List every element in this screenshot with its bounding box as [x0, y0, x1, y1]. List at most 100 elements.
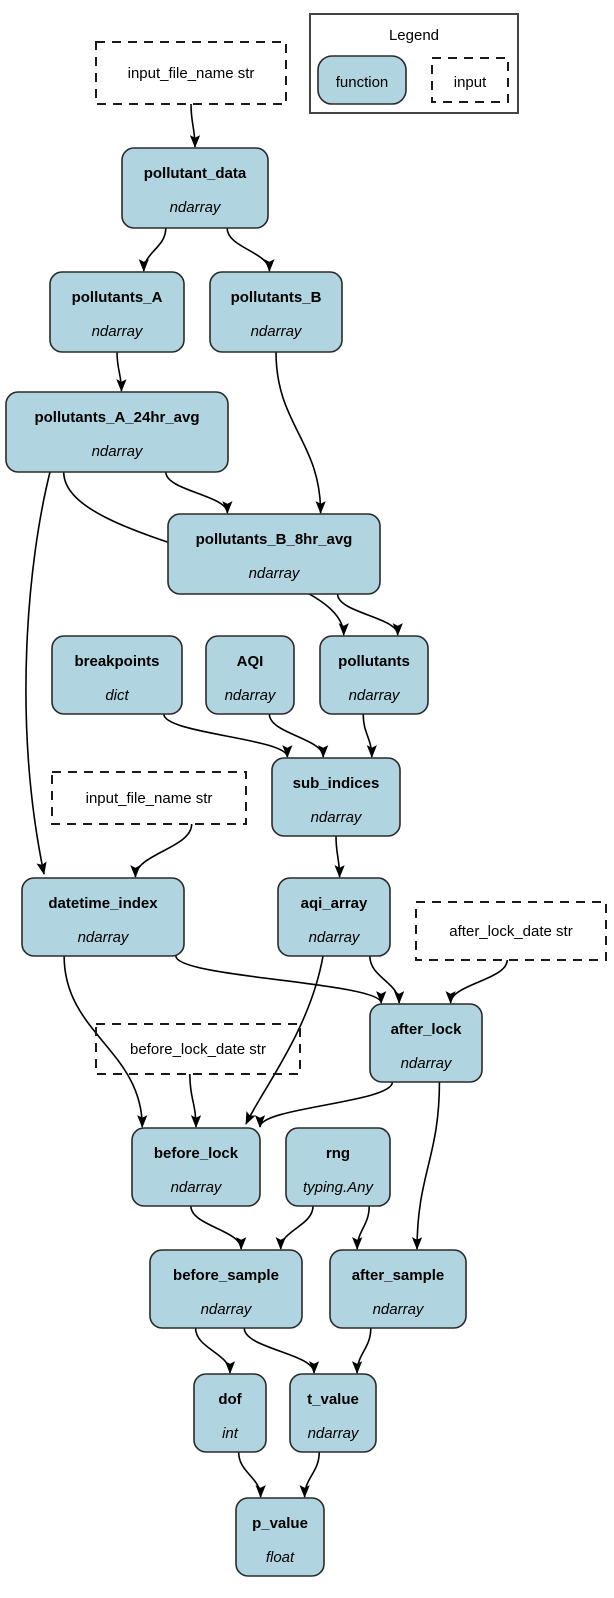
node-name: AQI: [237, 653, 264, 670]
node-name: pollutants_B: [231, 289, 322, 306]
node-type: ndarray: [349, 687, 401, 704]
node-name: pollutant_data: [144, 165, 247, 182]
node-name: before_sample: [173, 1267, 279, 1284]
node-type: ndarray: [401, 1055, 453, 1072]
node-box: [167, 513, 381, 595]
node-name: t_value: [307, 1391, 359, 1408]
edge-aqi_array-to-after_lock: [369, 955, 405, 1004]
graph-canvas: pollutant_datandarraypollutants_Andarray…: [5, 13, 607, 1577]
node-pollutants_A_24hr_avg[interactable]: pollutants_A_24hr_avgndarray: [5, 391, 229, 473]
edge-pollutants_B_8hr_avg-to-pollutants: [336, 593, 403, 636]
call-graph-diagram: pollutant_data ndarray pollutants_A ndarray…: [0, 0, 614, 1598]
node-after_sample[interactable]: after_samplendarray: [329, 1249, 467, 1329]
node-rng[interactable]: rng typing.Any: [285, 1127, 391, 1207]
node-before_sample[interactable]: before_samplendarray: [149, 1249, 303, 1329]
edge-rng-to-before_sample: [275, 1205, 314, 1250]
node-name: pollutants_A_24hr_avg: [34, 409, 199, 426]
node-name: datetime_index: [48, 895, 158, 912]
node-datetime_index[interactable]: datetime_indexndarray: [21, 877, 185, 957]
node-box: [121, 147, 269, 229]
node-before_lock[interactable]: before_lockndarray: [131, 1127, 261, 1207]
node-dof[interactable]: dof int: [193, 1373, 267, 1453]
edge-input_file_name_2-to-datetime_index: [130, 823, 193, 878]
node-p_value[interactable]: p_valuefloat: [235, 1497, 325, 1577]
node-name: p_value: [252, 1515, 308, 1532]
edge-input_file_name_1-to-pollutant_data: [189, 103, 201, 148]
node-name: pollutants_A: [72, 289, 163, 306]
node-pollutants_B[interactable]: pollutants_Bndarray: [209, 271, 343, 353]
node-name: before_lock: [154, 1145, 239, 1162]
edge-dof-to-p_value: [237, 1451, 266, 1498]
node-breakpoints[interactable]: breakpoints dict: [51, 635, 183, 715]
node-AQI[interactable]: AQI ndarray: [205, 635, 295, 715]
node-name: pollutants: [338, 653, 410, 670]
edge-after_sample-to-t_value: [351, 1327, 372, 1374]
node-box: [49, 271, 185, 353]
node-name: after_lock: [391, 1021, 463, 1038]
input-node-input_file_name_2[interactable]: input_file_name str: [51, 771, 247, 825]
edge-pollutant_data-to-pollutants_A: [138, 227, 167, 272]
edge-pollutants-to-sub_indices: [362, 713, 377, 758]
node-type: int: [222, 1425, 239, 1442]
node-type: ndarray: [92, 323, 144, 340]
input-node-input_file_name_1[interactable]: input_file_name str: [95, 41, 287, 105]
node-pollutants[interactable]: pollutants ndarray: [319, 635, 429, 715]
node-type: ndarray: [309, 929, 361, 946]
node-name: sub_indices: [293, 775, 380, 792]
legend-title: Legend: [389, 27, 439, 44]
edge-t_value-to-p_value: [299, 1451, 321, 1498]
node-type: ndarray: [201, 1301, 253, 1318]
legend: Legend function input: [309, 13, 519, 114]
legend-input-label: input: [454, 74, 487, 91]
node-pollutants_B_8hr_avg[interactable]: pollutants_B_8hr_avgndarray: [167, 513, 381, 595]
node-pollutant_data[interactable]: pollutant_datandarray: [121, 147, 269, 229]
edge-pollutants_B-to-pollutants_B_8hr_avg: [275, 351, 326, 514]
node-box: [5, 391, 229, 473]
edge-sub_indices-to-aqi_array: [334, 835, 345, 878]
node-name: after_sample: [352, 1267, 445, 1284]
node-name: aqi_array: [301, 895, 368, 912]
node-type: ndarray: [251, 323, 303, 340]
node-name: dof: [218, 1391, 242, 1408]
node-layer: pollutant_datandarraypollutants_Andarray…: [5, 41, 607, 1577]
node-type: ndarray: [308, 1425, 360, 1442]
node-t_value[interactable]: t_valuendarray: [289, 1373, 377, 1453]
edge-pollutant_data-to-pollutants_B: [226, 227, 275, 272]
edge-before_lock_date-to-before_lock: [189, 1073, 202, 1128]
input-node-label: input_file_name str: [86, 790, 213, 807]
node-type: ndarray: [171, 1179, 223, 1196]
input-node-label: input_file_name str: [128, 65, 255, 82]
node-aqi_array[interactable]: aqi_arrayndarray: [277, 877, 391, 957]
edge-pollutants_A_24hr_avg-to-pollutants_B_8hr_avg: [165, 471, 233, 514]
edge-before_sample-to-dof: [194, 1327, 236, 1374]
node-type: ndarray: [78, 929, 130, 946]
edge-pollutants_A_24hr_avg-to-datetime_index: [25, 471, 51, 875]
edge-after_lock-to-after_sample: [411, 1081, 441, 1250]
input-node-before_lock_date[interactable]: before_lock_date str: [95, 1023, 301, 1075]
node-name: breakpoints: [74, 653, 159, 670]
edge-rng-to-after_sample: [352, 1205, 370, 1250]
legend-function-label: function: [336, 74, 389, 91]
node-box: [209, 271, 343, 353]
edge-before_sample-to-t_value: [243, 1327, 320, 1374]
node-type: ndarray: [92, 443, 144, 460]
node-sub_indices[interactable]: sub_indicesndarray: [271, 757, 401, 837]
node-pollutants_A[interactable]: pollutants_Andarray: [49, 271, 185, 353]
node-name: rng: [326, 1145, 350, 1162]
node-name: pollutants_B_8hr_avg: [196, 531, 353, 548]
node-type: typing.Any: [303, 1179, 375, 1196]
node-type: ndarray: [225, 687, 277, 704]
input-node-label: before_lock_date str: [130, 1041, 266, 1058]
edge-pollutants_A-to-pollutants_A_24hr_avg: [116, 351, 127, 392]
input-node-after_lock_date[interactable]: after_lock_date str: [415, 901, 607, 961]
node-type: float: [266, 1549, 295, 1566]
edge-after_lock-to-before_lock: [254, 1081, 394, 1128]
node-type: dict: [105, 687, 129, 704]
node-after_lock[interactable]: after_lockndarray: [369, 1003, 483, 1083]
node-type: ndarray: [249, 565, 301, 582]
node-type: ndarray: [373, 1301, 425, 1318]
edge-datetime_index-to-after_lock: [175, 955, 387, 1004]
edge-breakpoints-to-sub_indices: [163, 713, 293, 758]
input-node-label: after_lock_date str: [449, 923, 572, 940]
edge-before_lock-to-before_sample: [190, 1205, 247, 1250]
